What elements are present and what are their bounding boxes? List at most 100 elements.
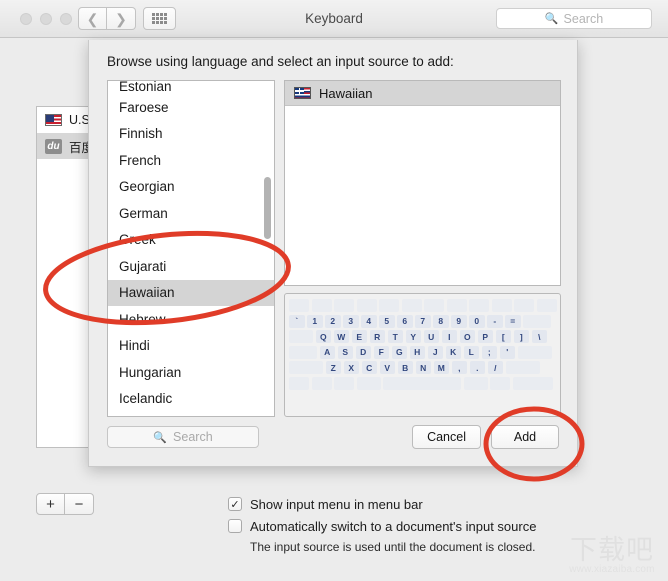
checkmark-icon: ✓ [230, 498, 240, 511]
add-input-source-button[interactable]: + [36, 493, 65, 515]
key-slash: / [487, 361, 503, 374]
key-capslock [289, 345, 317, 359]
language-label: Hebrew [119, 311, 166, 327]
key-7: 7 [415, 314, 431, 328]
remove-input-source-button[interactable]: − [65, 493, 94, 515]
key-b: B [397, 361, 413, 374]
language-item-georgian[interactable]: Georgian [108, 174, 274, 201]
language-item-french[interactable]: French [108, 147, 274, 174]
add-remove-button-group: + − [36, 493, 94, 515]
language-item-icelandic[interactable]: Icelandic [108, 386, 274, 413]
language-item-estonian[interactable]: Estonian [108, 81, 274, 94]
key-tab [289, 330, 313, 343]
key-command-left [356, 376, 381, 390]
key-option-right [490, 376, 510, 390]
key-space [383, 376, 461, 390]
result-row-hawaiian[interactable]: Hawaiian [285, 81, 560, 106]
screenshot-root: ❮ ❯ Keyboard 🔍 Search U.S. du 百度 + − ✓ S… [0, 0, 668, 581]
add-input-source-sheet: Browse using language and select an inpu… [88, 40, 578, 467]
key-i: I [441, 330, 457, 343]
key-8: 8 [433, 314, 449, 328]
key-minus: - [487, 314, 503, 328]
toolbar-search-placeholder: Search [563, 11, 604, 26]
window-titlebar: ❮ ❯ Keyboard 🔍 Search [0, 0, 668, 38]
language-list-scrollbar-thumb[interactable] [264, 177, 271, 239]
language-item-inuktitut[interactable]: Inuktitut [108, 412, 274, 416]
language-item-hebrew[interactable]: Hebrew [108, 306, 274, 333]
keyboard-row-modifiers [289, 376, 556, 390]
keyboard-row-qwerty: Q W E R T Y U I O P [ ] \ [289, 330, 556, 343]
key-semicolon: ; [481, 345, 497, 359]
watermark-logo-text: 下载吧 [570, 535, 654, 566]
key-return [517, 345, 552, 359]
language-item-greek[interactable]: Greek [108, 227, 274, 254]
key-d: D [355, 345, 371, 359]
language-label: Hawaiian [119, 285, 175, 301]
sheet-button-bar: Cancel Add [412, 425, 559, 449]
show-input-menu-row[interactable]: ✓ Show input menu in menu bar [228, 493, 648, 515]
language-item-gujarati[interactable]: Gujarati [108, 253, 274, 280]
keyboard-row-function [289, 299, 557, 312]
language-search-placeholder: Search [173, 430, 213, 444]
language-list[interactable]: Estonian Faroese Finnish French Georgian… [107, 80, 275, 417]
language-item-hindi[interactable]: Hindi [108, 333, 274, 360]
language-label: German [119, 205, 168, 221]
auto-switch-checkbox[interactable] [228, 519, 242, 533]
key-z: Z [325, 361, 341, 374]
key-p: P [477, 330, 493, 343]
language-item-faroese[interactable]: Faroese [108, 94, 274, 121]
key-w: W [333, 330, 349, 343]
keyboard-row-numbers: ` 1 2 3 4 5 6 7 8 9 0 - = [289, 314, 556, 328]
language-label: Hindi [119, 338, 150, 354]
language-item-german[interactable]: German [108, 200, 274, 227]
toolbar-search-field[interactable]: 🔍 Search [496, 8, 652, 29]
keyboard-layout-preview: ` 1 2 3 4 5 6 7 8 9 0 - = Q W E R T Y U … [284, 293, 561, 417]
key-shift-left [289, 361, 323, 374]
key-period: . [469, 361, 485, 374]
language-label: Faroese [119, 99, 169, 115]
language-item-hawaiian[interactable]: Hawaiian [108, 279, 274, 306]
key-2: 2 [325, 314, 341, 328]
language-label: Icelandic [119, 391, 173, 407]
key-5: 5 [379, 314, 395, 328]
watermark-url: www.xiazaiba.com [569, 564, 655, 575]
language-label: Finnish [119, 126, 163, 142]
key-e: E [351, 330, 367, 343]
du-icon: du [45, 138, 62, 154]
key-r: R [369, 330, 385, 343]
key-s: S [337, 345, 353, 359]
result-label: Hawaiian [319, 85, 373, 101]
keyboard-row-home: A S D F G H J K L ; ' [289, 345, 556, 359]
plus-icon: + [46, 495, 55, 513]
key-3: 3 [343, 314, 359, 328]
key-v: V [379, 361, 395, 374]
language-item-hungarian[interactable]: Hungarian [108, 359, 274, 386]
language-item-finnish[interactable]: Finnish [108, 121, 274, 148]
key-command-right [463, 376, 488, 390]
key-n: N [415, 361, 431, 374]
us-flag-icon [45, 114, 62, 126]
key-l: L [463, 345, 479, 359]
show-input-menu-label: Show input menu in menu bar [250, 496, 423, 512]
show-input-menu-checkbox[interactable]: ✓ [228, 497, 242, 511]
language-label: Gujarati [119, 258, 167, 274]
key-backtick: ` [289, 314, 305, 328]
language-label: Georgian [119, 179, 175, 195]
key-c: C [361, 361, 377, 374]
cancel-button[interactable]: Cancel [412, 425, 481, 449]
key-bracket-left: [ [495, 330, 511, 343]
key-x: X [343, 361, 359, 374]
key-delete [523, 314, 551, 328]
input-source-result-panel[interactable]: Hawaiian [284, 80, 561, 286]
search-icon: 🔍 [544, 13, 559, 25]
key-a: A [319, 345, 335, 359]
key-control [311, 376, 332, 390]
language-label: Hungarian [119, 364, 182, 380]
key-comma: , [451, 361, 467, 374]
site-watermark: 下载吧 www.xiazaiba.com [560, 527, 664, 575]
language-search-field[interactable]: 🔍 Search [107, 426, 259, 448]
key-h: H [409, 345, 425, 359]
add-button[interactable]: Add [491, 425, 559, 449]
key-6: 6 [397, 314, 413, 328]
key-m: M [433, 361, 449, 374]
